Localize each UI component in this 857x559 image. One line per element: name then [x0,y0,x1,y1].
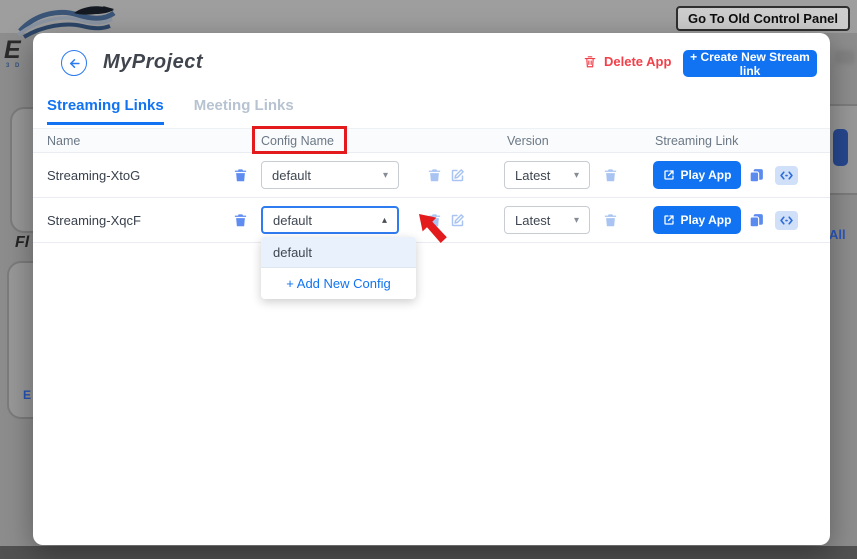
version-select[interactable]: Latest ▾ [504,206,590,234]
external-link-icon [663,169,675,181]
caret-down-icon: ▾ [574,170,579,181]
config-dropdown-menu: default + Add New Config [261,237,416,299]
edit-config-icon[interactable] [448,166,466,184]
background-card-partial-label: E [23,388,31,402]
stream-name: Streaming-XqcF [47,213,141,228]
add-new-config-option[interactable]: + Add New Config [261,268,416,299]
page-title: MyProject [103,51,203,74]
background-brand-letter: E [4,36,22,65]
background-bottom-strip [0,546,857,559]
table-header: Name Config Name Version Streaming Link [33,128,830,153]
embed-code-icon[interactable] [775,166,798,185]
go-to-old-control-panel-button[interactable]: Go To Old Control Panel [676,6,850,31]
caret-up-icon: ▴ [382,215,387,226]
play-app-label: Play App [681,213,732,227]
config-name-select-open[interactable]: default ▴ [261,206,399,234]
copy-link-icon[interactable] [747,166,765,184]
column-header-name: Name [47,134,80,148]
embed-code-icon[interactable] [775,211,798,230]
tab-meeting-links[interactable]: Meeting Links [194,97,294,125]
column-header-config-name: Config Name [261,134,334,148]
delete-version-icon[interactable] [601,211,619,229]
table-row: Streaming-XtoG default ▾ Latest ▾ [33,153,830,198]
back-button[interactable] [61,50,87,76]
caret-down-icon: ▾ [574,215,579,226]
delete-config-icon[interactable] [425,211,443,229]
delete-config-icon[interactable] [425,166,443,184]
config-name-select[interactable]: default ▾ [261,161,399,189]
table-row: Streaming-XqcF default ▴ Latest ▾ [33,198,830,243]
create-new-stream-link-button[interactable]: + Create New Stream link [683,50,817,77]
delete-stream-icon[interactable] [231,211,249,229]
external-link-icon [663,214,675,226]
play-app-button[interactable]: Play App [653,206,741,234]
trash-icon [583,54,597,69]
delete-app-label: Delete App [604,54,671,69]
screen: Go To Old Control Panel E 3 D Fl E All M… [0,0,857,559]
config-name-value: default [273,213,312,228]
background-blue-button-partial [833,129,848,166]
version-select[interactable]: Latest ▾ [504,161,590,189]
background-project-partial-label: Fl [15,234,29,252]
column-header-streaming-link: Streaming Link [655,134,738,148]
column-header-version: Version [507,134,549,148]
back-arrow-icon [67,56,82,71]
tab-bar: Streaming Links Meeting Links [47,97,294,125]
edit-config-icon[interactable] [448,211,466,229]
tab-streaming-links[interactable]: Streaming Links [47,97,164,125]
stream-name: Streaming-XtoG [47,168,140,183]
background-right-blob [835,50,855,64]
copy-link-icon[interactable] [747,211,765,229]
config-option-default[interactable]: default [261,237,416,268]
project-modal: MyProject Delete App + Create New Stream… [33,33,830,545]
background-view-all-partial: All [829,227,846,242]
delete-stream-icon[interactable] [231,166,249,184]
background-brand-subtext: 3 D [6,63,21,69]
caret-down-icon: ▾ [383,170,388,181]
play-app-label: Play App [681,168,732,182]
delete-version-icon[interactable] [601,166,619,184]
play-app-button[interactable]: Play App [653,161,741,189]
version-value: Latest [515,168,550,183]
config-name-value: default [272,168,311,183]
version-value: Latest [515,213,550,228]
delete-app-button[interactable]: Delete App [583,54,671,69]
